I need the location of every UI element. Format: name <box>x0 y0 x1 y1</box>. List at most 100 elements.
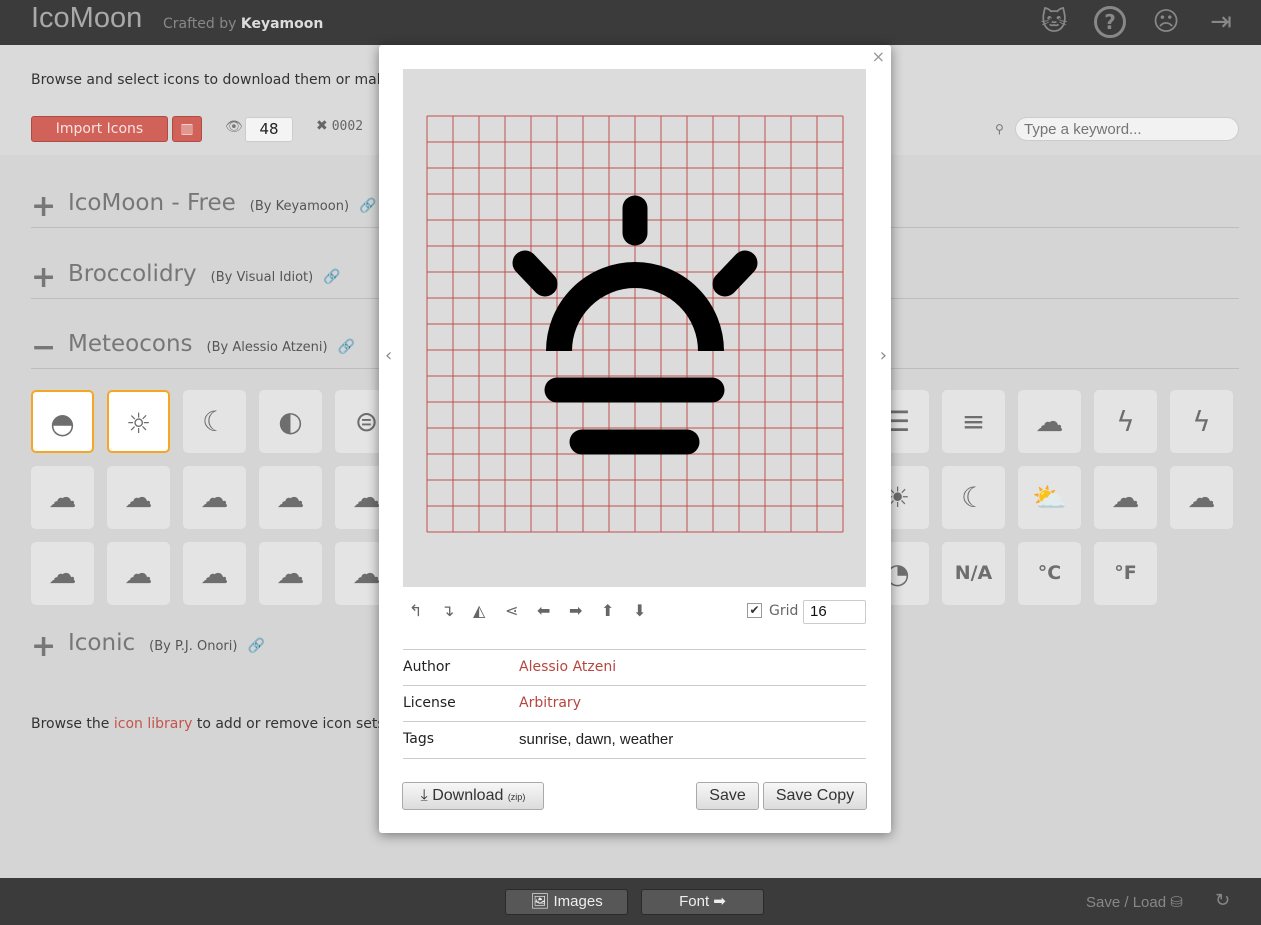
download-icon: ⤓ <box>420 787 428 804</box>
bottom-bar: 🖼 Images Font ➡ Save / Load ⛁ ↻ <box>0 878 1261 925</box>
icon-tile-lightning-2[interactable]: ϟ <box>1170 390 1233 453</box>
icon-set-title[interactable]: Broccolidry (By Visual Idiot) 🔗 <box>68 261 341 287</box>
search-icon: ⚲ <box>995 122 1004 136</box>
set-author: (By Alessio Atzeni) <box>206 340 328 355</box>
icon-tile-cloud-moon-filled[interactable]: ☁ <box>1094 466 1157 529</box>
note-prefix: Browse the <box>31 716 110 732</box>
images-label: Images <box>553 893 603 910</box>
crafted-by: Crafted by Keyamoon <box>163 16 323 32</box>
selected-count[interactable]: ✖ 0002 <box>316 118 363 134</box>
github-icon[interactable]: 🐱 <box>1038 6 1070 38</box>
link-icon[interactable]: 🔗 <box>247 638 264 654</box>
glyph-ray <box>512 250 558 297</box>
icon-tile-fahrenheit[interactable]: °F <box>1094 542 1157 605</box>
icon-tile-cloud-sun-filled[interactable]: ⛅ <box>1018 466 1081 529</box>
link-icon[interactable]: 🔗 <box>359 198 376 214</box>
grid-size-input[interactable]: 16 <box>803 600 866 624</box>
search-input[interactable] <box>1015 117 1239 141</box>
next-icon-button[interactable]: › <box>880 345 887 366</box>
move-up-icon[interactable]: ⬆ <box>601 601 633 620</box>
close-icon[interactable]: × <box>872 47 885 66</box>
icon-editor-modal: × ‹ › ↰ ↴ ◭ ⋖ ⬅ ➡ ⬆ ⬇ ✔ Grid 16 Author Alessio A… <box>379 45 891 833</box>
icon-tile-rain-filled[interactable]: ☁ <box>183 542 246 605</box>
license-row: License Arbitrary <box>403 685 866 721</box>
download-button[interactable]: ⤓ Download (zip) <box>402 782 544 810</box>
icon-preview <box>403 69 866 587</box>
icon-tile-windy-cloud[interactable]: ☁ <box>183 466 246 529</box>
expand-icon[interactable]: + <box>31 632 56 662</box>
icon-tile-moon-filled[interactable]: ☾ <box>942 466 1005 529</box>
license-link[interactable]: Arbitrary <box>519 695 581 711</box>
icon-tile-celsius[interactable]: °C <box>1018 542 1081 605</box>
grid-checkbox[interactable]: ✔ <box>747 603 762 618</box>
move-left-icon[interactable]: ⬅ <box>537 601 569 620</box>
icon-tile-sunrise[interactable]: ◓ <box>31 390 94 453</box>
author-row: Author Alessio Atzeni <box>403 649 866 685</box>
icon-set-title[interactable]: Iconic (By P.J. Onori) 🔗 <box>68 630 265 656</box>
icon-tile-lightning[interactable]: ϟ <box>1094 390 1157 453</box>
download-suffix: (zip) <box>507 792 526 802</box>
top-bar: IcoMoon Crafted by Keyamoon 🐱 ? ☹ ⇥ <box>0 0 1261 45</box>
icon-tile-moon[interactable]: ☾ <box>183 390 246 453</box>
icon-set-title[interactable]: IcoMoon - Free (By Keyamoon) 🔗 <box>68 190 376 216</box>
tags-label: Tags <box>403 731 434 747</box>
icon-tile-eclipse[interactable]: ◐ <box>259 390 322 453</box>
visible-count[interactable]: 48 <box>245 117 293 142</box>
save-button[interactable]: Save <box>696 782 759 810</box>
rotate-left-icon[interactable]: ↰ <box>409 601 441 620</box>
note-suffix: to add or remove icon sets. <box>196 716 390 732</box>
icon-tile-not-available[interactable]: N/A <box>942 542 1005 605</box>
move-right-icon[interactable]: ➡ <box>569 601 601 620</box>
set-author: (By P.J. Onori) <box>149 639 238 654</box>
set-name: IcoMoon - Free <box>68 190 236 216</box>
license-label: License <box>403 695 456 711</box>
previous-icon-button[interactable]: ‹ <box>385 345 392 366</box>
icon-grid-canvas[interactable] <box>403 69 866 587</box>
icon-library-link[interactable]: icon library <box>114 716 193 732</box>
refresh-icon[interactable]: ↻ <box>1215 890 1230 911</box>
crafted-prefix: Crafted by <box>163 16 237 32</box>
link-icon[interactable]: 🔗 <box>338 339 355 355</box>
tags-value[interactable]: sunrise, dawn, weather <box>519 731 673 748</box>
transform-tools: ↰ ↴ ◭ ⋖ ⬅ ➡ ⬆ ⬇ <box>409 601 665 620</box>
icon-tile-cloud[interactable]: ☁ <box>1018 390 1081 453</box>
eye-icon: 👁 <box>225 119 243 135</box>
logout-icon[interactable]: ⇥ <box>1205 6 1237 38</box>
save-copy-button[interactable]: Save Copy <box>763 782 867 810</box>
images-button[interactable]: 🖼 Images <box>505 889 628 915</box>
icon-tile-cloud-filled[interactable]: ☁ <box>1170 466 1233 529</box>
icon-tile-sun[interactable]: ☼ <box>107 390 170 453</box>
move-down-icon[interactable]: ⬇ <box>633 601 665 620</box>
set-author: (By Keyamoon) <box>249 199 350 214</box>
flip-vertical-icon[interactable]: ⋖ <box>505 601 537 620</box>
set-name: Meteocons <box>68 331 193 357</box>
download-label: Download <box>432 787 504 804</box>
icon-tile-fog[interactable]: ≡ <box>942 390 1005 453</box>
icon-set-title[interactable]: Meteocons (By Alessio Atzeni) 🔗 <box>68 331 355 357</box>
author-link[interactable]: Keyamoon <box>241 16 323 32</box>
icon-tile-drizzle-filled[interactable]: ☁ <box>107 542 170 605</box>
icon-tile-cloud-rain[interactable]: ☁ <box>107 466 170 529</box>
collapse-icon[interactable]: − <box>31 333 56 363</box>
footer-note: Browse the icon library to add or remove… <box>31 716 389 732</box>
import-icons-button[interactable]: Import Icons <box>31 116 168 142</box>
clear-selection-icon[interactable]: ✖ <box>316 118 328 134</box>
help-icon[interactable]: ? <box>1094 6 1126 38</box>
icon-tile-windy-filled[interactable]: ☁ <box>259 542 322 605</box>
feedback-icon[interactable]: ☹ <box>1150 6 1182 38</box>
expand-icon[interactable]: + <box>31 263 56 293</box>
icon-tile-cloud-drizzle[interactable]: ☁ <box>31 466 94 529</box>
set-name: Iconic <box>68 630 136 656</box>
rotate-right-icon[interactable]: ↴ <box>441 601 473 620</box>
font-button[interactable]: Font ➡ <box>641 889 764 915</box>
author-link[interactable]: Alessio Atzeni <box>519 659 616 675</box>
expand-icon[interactable]: + <box>31 192 56 222</box>
icon-tile-thunderstorm-filled[interactable]: ☁ <box>31 542 94 605</box>
logo[interactable]: IcoMoon <box>31 2 142 35</box>
save-load-button[interactable]: Save / Load ⛁ <box>1086 893 1183 911</box>
link-icon[interactable]: 🔗 <box>323 269 340 285</box>
library-icon[interactable]: ▥ <box>172 116 202 142</box>
tags-row: Tags sunrise, dawn, weather <box>403 721 866 759</box>
icon-tile-windy-rain[interactable]: ☁ <box>259 466 322 529</box>
flip-horizontal-icon[interactable]: ◭ <box>473 601 505 620</box>
